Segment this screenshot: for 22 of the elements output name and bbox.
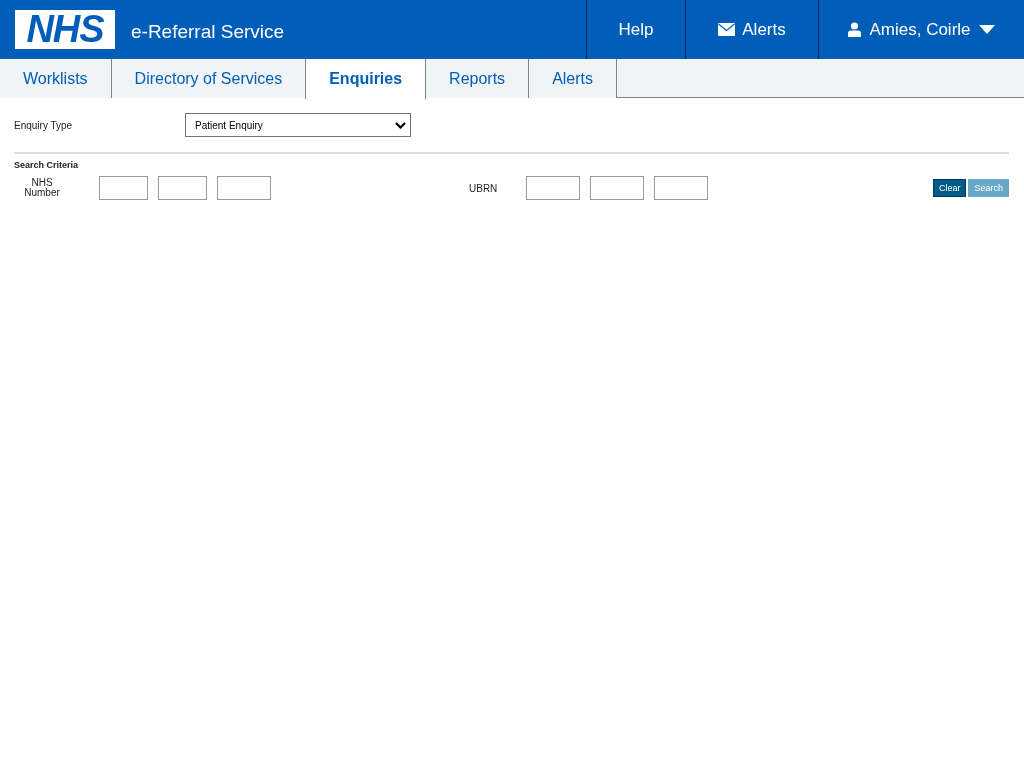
nhs-number-field[interactable]	[217, 176, 271, 200]
user-icon	[848, 22, 862, 37]
tab[interactable]: Enquiries	[305, 59, 427, 99]
nhs-number-label: NHS Number	[23, 178, 61, 198]
caret-icon	[978, 25, 995, 34]
section-heading: Search Criteria	[14, 160, 80, 170]
nhs-number-field[interactable]	[99, 176, 148, 200]
tab[interactable]: Alerts	[529, 59, 618, 98]
envelope-icon	[718, 23, 736, 36]
clear-button[interactable]: Clear	[932, 179, 967, 197]
nhs-logo: NHS	[15, 10, 115, 49]
chevron-down-icon	[395, 121, 406, 129]
tab[interactable]: Worklists	[0, 59, 112, 98]
app-title: e-Referral Service	[131, 20, 285, 43]
enquiry-type-dropdown[interactable]: Patient Enquiry	[185, 113, 411, 137]
ubrn-label: UBRN	[469, 182, 499, 194]
ubrn-field[interactable]	[526, 176, 580, 200]
ubrn-field[interactable]	[654, 176, 708, 200]
nhs-number-field[interactable]	[158, 176, 207, 200]
tab[interactable]: Reports	[426, 59, 530, 98]
enquiry-type-label: Enquiry Type	[14, 119, 74, 131]
ubrn-field[interactable]	[590, 176, 644, 200]
